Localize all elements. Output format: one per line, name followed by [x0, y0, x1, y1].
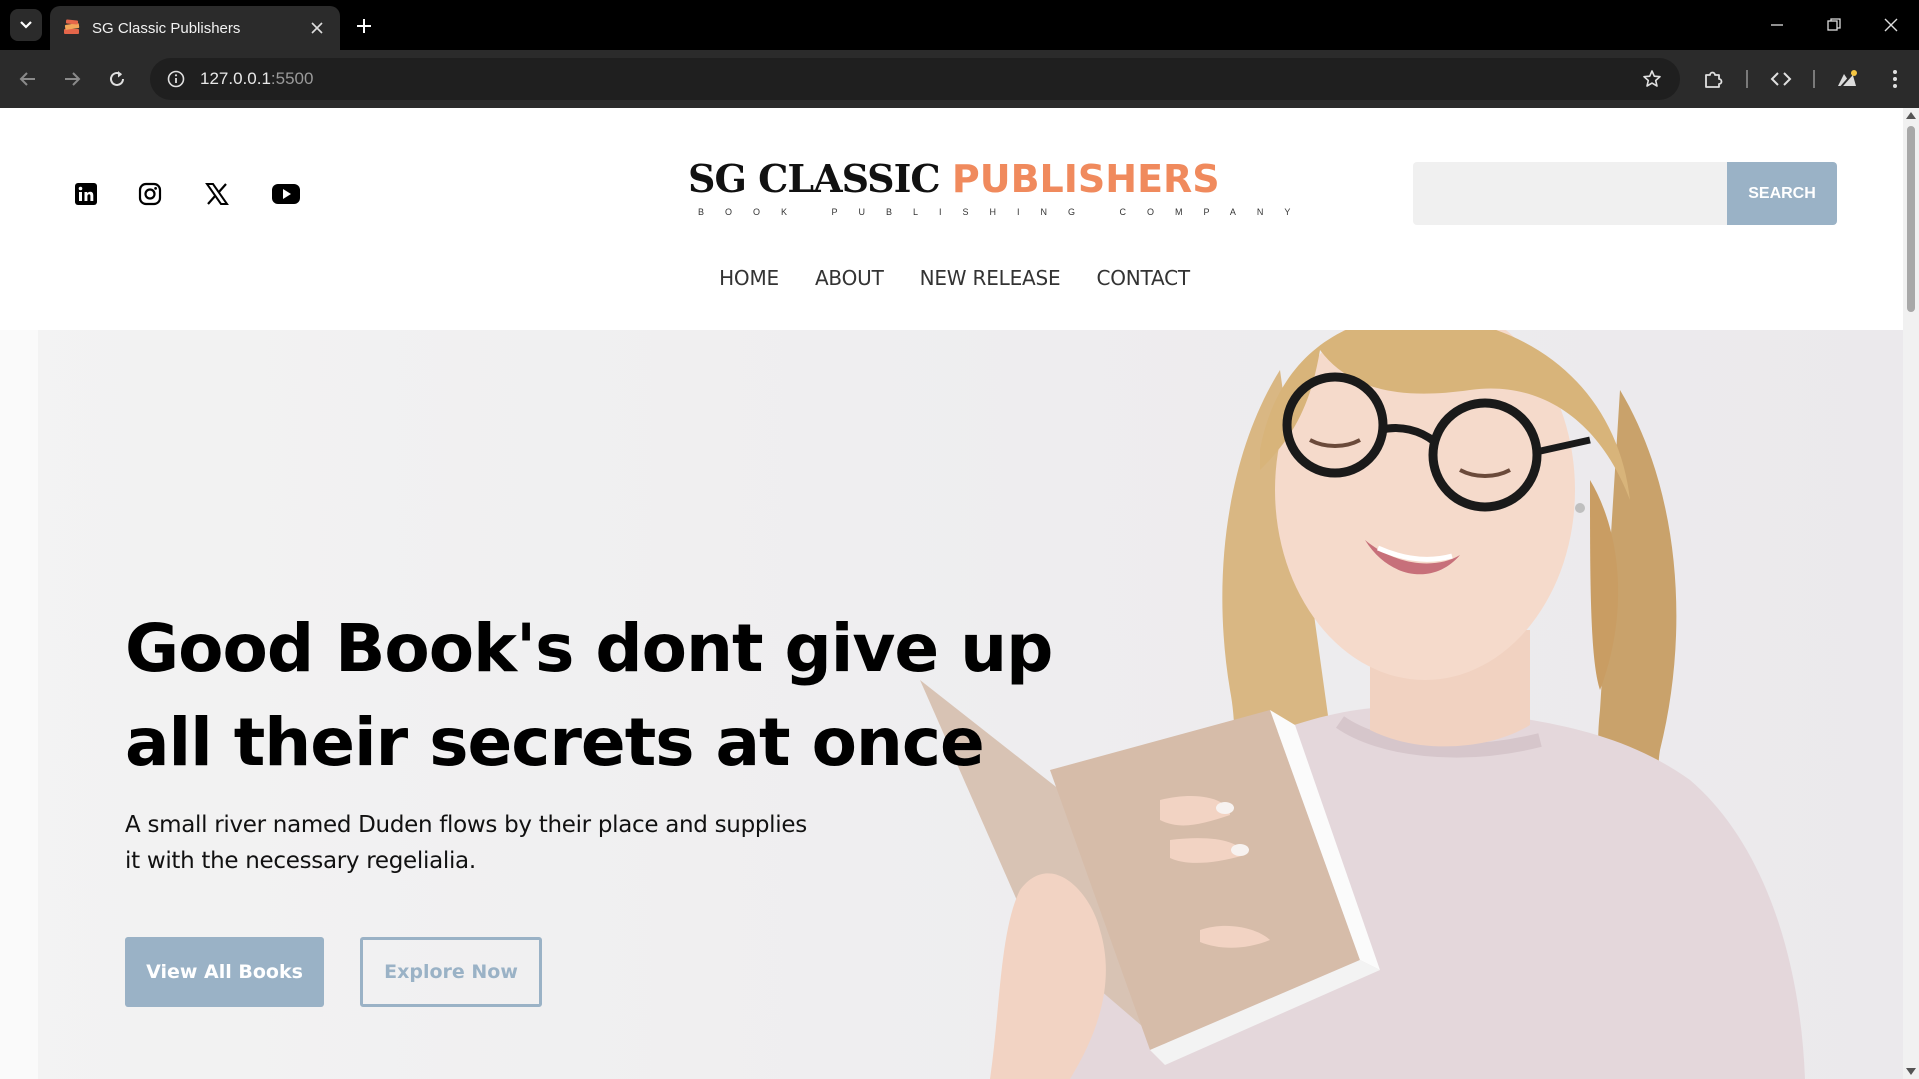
- x-twitter-icon[interactable]: [199, 176, 235, 212]
- browser-toolbar: 127.0.0.1:5500: [0, 50, 1919, 108]
- page-viewport: SG CLASSIC PUBLISHERS BOOK PUBLISHING CO…: [0, 108, 1903, 1079]
- reload-icon[interactable]: [101, 63, 133, 95]
- close-window-icon[interactable]: [1877, 12, 1905, 38]
- hero-title: Good Book's dont give up all their secre…: [125, 610, 1053, 781]
- hero-section: Good Book's dont give up all their secre…: [0, 330, 1903, 1079]
- new-tab-button[interactable]: [350, 12, 378, 40]
- url-host: 127.0.0.1: [200, 69, 271, 88]
- books-favicon-icon: [62, 18, 82, 38]
- bookmark-star-icon[interactable]: [1638, 65, 1666, 93]
- hero-subtitle: A small river named Duden flows by their…: [125, 812, 807, 874]
- search-input[interactable]: [1413, 162, 1727, 225]
- youtube-icon[interactable]: [268, 176, 304, 212]
- browser-tab-bar: SG Classic Publishers: [0, 0, 1919, 50]
- explore-now-button[interactable]: Explore Now: [360, 937, 542, 1007]
- close-tab-icon[interactable]: [306, 17, 328, 39]
- nav-link-new-release[interactable]: NEW RELEASE: [920, 266, 1061, 290]
- logo-tagline: BOOK PUBLISHING COMPANY: [698, 207, 1312, 217]
- search-button[interactable]: SEARCH: [1727, 162, 1837, 225]
- toolbar-divider: [1813, 70, 1815, 88]
- search-form: SEARCH: [1413, 162, 1837, 225]
- nav-link-contact[interactable]: CONTACT: [1096, 266, 1190, 290]
- scroll-down-arrow-icon[interactable]: [1906, 1068, 1916, 1075]
- scroll-up-arrow-icon[interactable]: [1906, 112, 1916, 119]
- linkedin-icon[interactable]: [68, 176, 104, 212]
- site-logo[interactable]: SG CLASSIC PUBLISHERS BOOK PUBLISHING CO…: [688, 156, 1312, 217]
- back-arrow-icon[interactable]: [12, 63, 44, 95]
- site-header: SG CLASSIC PUBLISHERS BOOK PUBLISHING CO…: [0, 108, 1903, 330]
- instagram-icon[interactable]: [132, 176, 168, 212]
- browser-menu-icon[interactable]: [1879, 63, 1911, 95]
- logo-text-accent: PUBLISHERS: [951, 157, 1220, 201]
- logo-title: SG CLASSIC PUBLISHERS: [688, 156, 1220, 201]
- main-nav: HOME ABOUT NEW RELEASE CONTACT: [0, 266, 1903, 290]
- url-port: :5500: [270, 69, 314, 88]
- chevron-down-icon: [20, 21, 32, 29]
- plus-icon: [357, 19, 371, 33]
- scroll-thumb[interactable]: [1907, 126, 1915, 312]
- nav-link-about[interactable]: ABOUT: [815, 266, 884, 290]
- logo-text-dark: SG CLASSIC: [688, 156, 941, 201]
- address-bar[interactable]: 127.0.0.1:5500: [150, 58, 1680, 100]
- profile-extension-icon[interactable]: [1831, 63, 1863, 95]
- code-brackets-icon[interactable]: [1765, 63, 1797, 95]
- toolbar-divider: [1746, 70, 1748, 88]
- tab-search-button[interactable]: [10, 9, 42, 41]
- site-info-icon[interactable]: [162, 65, 190, 93]
- forward-arrow-icon[interactable]: [56, 63, 88, 95]
- browser-tab[interactable]: SG Classic Publishers: [50, 6, 340, 50]
- restore-window-icon[interactable]: [1820, 12, 1848, 38]
- hero-edge-strip: [0, 330, 38, 1079]
- page-scrollbar[interactable]: [1903, 108, 1919, 1079]
- nav-link-home[interactable]: HOME: [719, 266, 779, 290]
- minimize-window-icon[interactable]: [1763, 12, 1791, 38]
- extensions-puzzle-icon[interactable]: [1697, 63, 1729, 95]
- tab-title: SG Classic Publishers: [92, 19, 241, 37]
- view-all-books-button[interactable]: View All Books: [125, 937, 324, 1007]
